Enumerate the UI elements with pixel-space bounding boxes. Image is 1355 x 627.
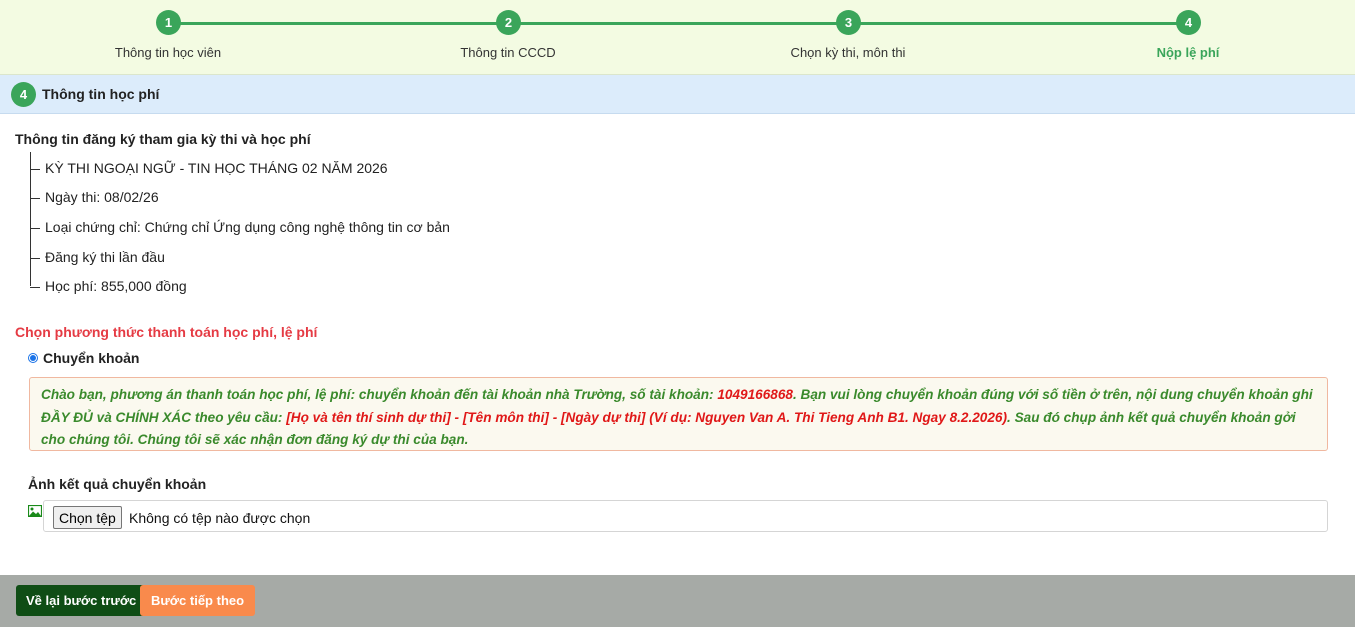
- file-status-text: Không có tệp nào được chọn: [129, 510, 311, 526]
- exam-info-title: Thông tin đăng ký tham gia kỳ thi và học…: [15, 131, 311, 147]
- step-4-circle[interactable]: 4: [1176, 10, 1201, 35]
- step-1-label: Thông tin học viên: [114, 45, 222, 60]
- section-header: 4 Thông tin học phí: [0, 75, 1355, 114]
- progress-stepper: 1 2 3 4 Thông tin học viên Thông tin CCC…: [0, 0, 1355, 75]
- image-icon: [28, 505, 42, 517]
- tree-line: [30, 152, 31, 286]
- file-upload-input[interactable]: Chọn tệp Không có tệp nào được chọn: [43, 500, 1328, 532]
- step-1-circle[interactable]: 1: [156, 10, 181, 35]
- payment-option-transfer[interactable]: Chuyển khoản: [28, 350, 139, 366]
- step-2-circle[interactable]: 2: [496, 10, 521, 35]
- transfer-radio-label[interactable]: Chuyển khoản: [43, 350, 139, 366]
- step-2-label: Thông tin CCCD: [460, 45, 556, 60]
- footer-bar: Về lại bước trước Bước tiếp theo: [0, 575, 1355, 627]
- transfer-content-format: [Họ và tên thí sinh dự thi] - [Tên môn t…: [286, 409, 1008, 425]
- step-3-circle[interactable]: 3: [836, 10, 861, 35]
- section-number-badge: 4: [11, 82, 36, 107]
- step-3-label: Chọn kỳ thi, môn thi: [790, 45, 906, 60]
- account-number: 1049166868: [717, 387, 793, 402]
- transfer-instructions: Chào bạn, phương án thanh toán học phí, …: [29, 377, 1328, 451]
- step-connector: [848, 22, 1188, 25]
- choose-file-button[interactable]: Chọn tệp: [53, 506, 122, 529]
- back-button[interactable]: Về lại bước trước: [16, 585, 147, 616]
- next-button[interactable]: Bước tiếp theo: [140, 585, 256, 616]
- payment-method-title: Chọn phương thức thanh toán học phí, lệ …: [15, 324, 318, 340]
- step-connector: [168, 22, 508, 25]
- section-title: Thông tin học phí: [42, 86, 160, 102]
- transfer-radio[interactable]: [28, 353, 38, 363]
- upload-label: Ảnh kết quả chuyển khoản: [28, 476, 207, 492]
- step-connector: [508, 22, 848, 25]
- step-4-label: Nộp lệ phí: [1156, 45, 1220, 60]
